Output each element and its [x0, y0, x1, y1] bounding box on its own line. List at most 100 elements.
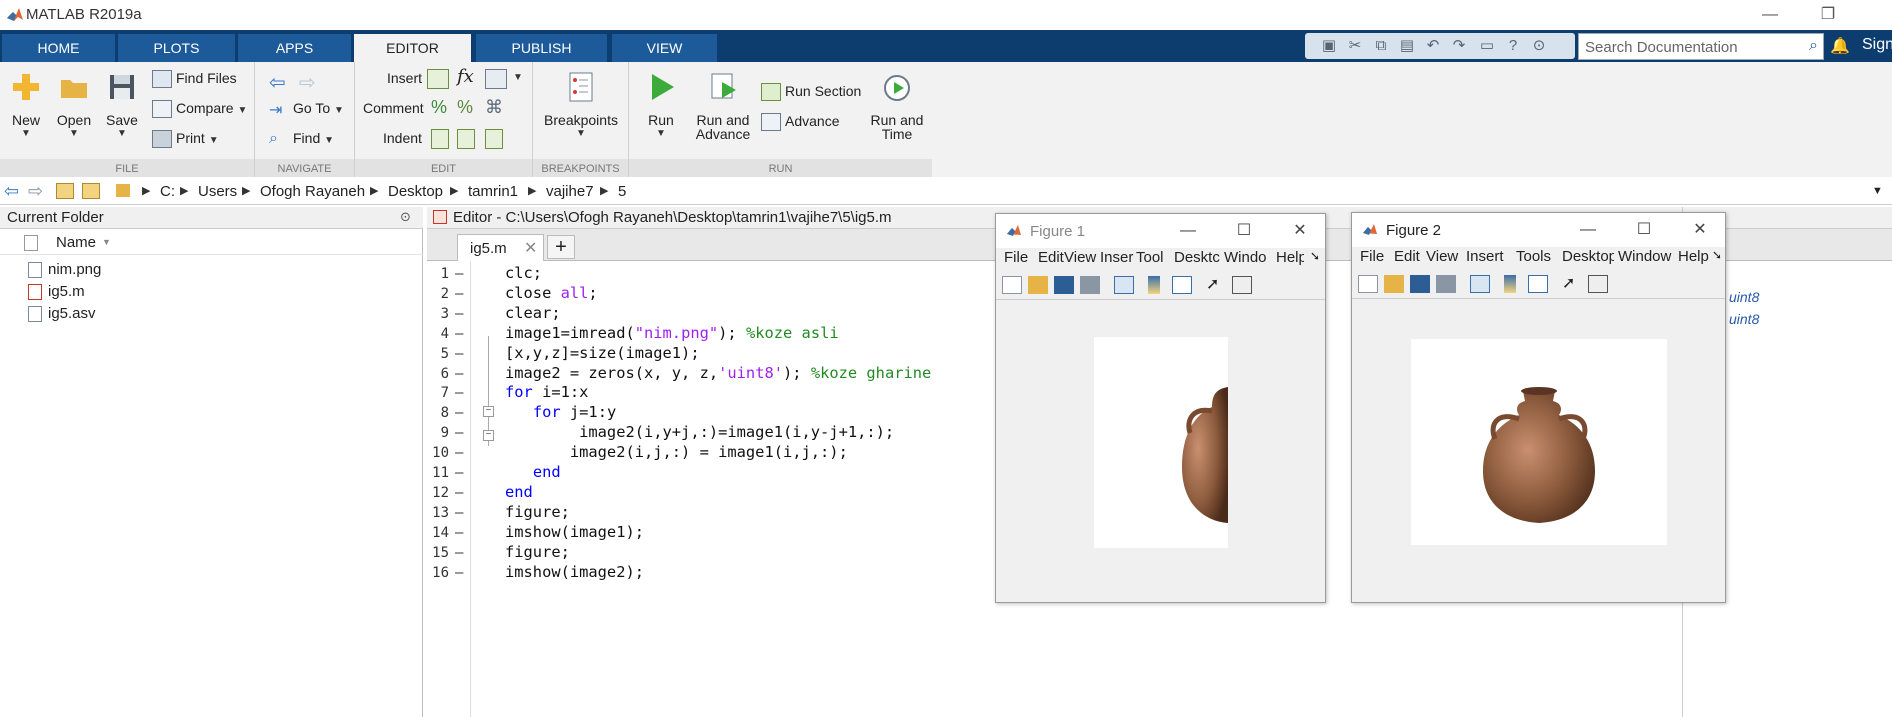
- chevron-down-icon[interactable]: ▼: [513, 72, 523, 83]
- run-button[interactable]: Run ▼: [641, 70, 681, 139]
- go-to-button[interactable]: ⇥ Go To ▼: [269, 100, 344, 119]
- legend-icon[interactable]: [1528, 275, 1548, 293]
- comment-button[interactable]: Comment: [363, 100, 424, 116]
- menu-tools[interactable]: Tools: [1516, 248, 1551, 265]
- link-plot-icon[interactable]: [1470, 275, 1490, 293]
- close-icon[interactable]: ✕: [1686, 218, 1714, 242]
- property-editor-icon[interactable]: [1588, 275, 1608, 293]
- more-menu-icon[interactable]: ➘: [1310, 249, 1320, 263]
- find-files-button[interactable]: Find Files: [152, 70, 237, 89]
- code-line[interactable]: image1=imread("nim.png"); %koze asli: [505, 324, 839, 342]
- colorbar-icon[interactable]: [1148, 276, 1160, 294]
- open-file-icon[interactable]: [1028, 276, 1048, 294]
- breakpoint-marker[interactable]: –: [455, 505, 463, 521]
- smart-indent-icon[interactable]: [431, 129, 449, 149]
- browse-folder-icon[interactable]: [82, 183, 100, 199]
- run-and-time-button[interactable]: Run and Time: [867, 70, 927, 142]
- breakpoint-marker[interactable]: –: [455, 306, 463, 322]
- breadcrumb-users[interactable]: Users: [198, 183, 237, 200]
- property-editor-icon[interactable]: [1232, 276, 1252, 294]
- breakpoint-marker[interactable]: –: [455, 485, 463, 501]
- menu-tools[interactable]: Tool: [1136, 249, 1164, 266]
- more-menu-icon[interactable]: ➘: [1712, 248, 1722, 262]
- menu-view[interactable]: View: [1426, 248, 1458, 265]
- minimize-icon[interactable]: —: [1750, 3, 1790, 27]
- breakpoint-marker[interactable]: –: [455, 326, 463, 342]
- fx-icon[interactable]: fx: [457, 66, 474, 87]
- pointer-icon[interactable]: ➚: [1206, 276, 1226, 294]
- new-figure-icon[interactable]: [1002, 276, 1022, 294]
- open-file-icon[interactable]: [1384, 275, 1404, 293]
- maximize-icon[interactable]: ☐: [1630, 218, 1658, 242]
- menu-insert[interactable]: Inser: [1100, 249, 1133, 266]
- code-line[interactable]: for i=1:x: [505, 383, 588, 401]
- compare-button[interactable]: Compare ▼: [152, 100, 247, 119]
- print-figure-icon[interactable]: [1080, 276, 1100, 294]
- pointer-icon[interactable]: ➚: [1562, 275, 1582, 293]
- fold-collapse-icon[interactable]: −: [483, 406, 494, 417]
- code-line[interactable]: figure;: [505, 543, 570, 561]
- breakpoint-marker[interactable]: –: [455, 286, 463, 302]
- cut-icon[interactable]: ✂: [1345, 36, 1365, 56]
- breadcrumb-desktop[interactable]: Desktop: [388, 183, 443, 200]
- breadcrumb-5[interactable]: 5: [618, 183, 626, 200]
- sign-in-link[interactable]: Sign: [1862, 36, 1892, 54]
- breadcrumb-vajihe7[interactable]: vajihe7: [546, 183, 594, 200]
- colorbar-icon[interactable]: [1504, 275, 1516, 293]
- redo-icon[interactable]: ↷: [1449, 36, 1469, 56]
- tab-editor[interactable]: EDITOR: [354, 34, 472, 64]
- save-icon[interactable]: ▣: [1319, 36, 1339, 56]
- breakpoint-marker[interactable]: –: [455, 525, 463, 541]
- code-line[interactable]: image2(i,y+j,:)=image1(i,y-j+1,:);: [505, 423, 894, 441]
- search-icon[interactable]: ⌕: [1809, 37, 1818, 55]
- link-plot-icon[interactable]: [1114, 276, 1134, 294]
- breakpoint-marker[interactable]: –: [455, 385, 463, 401]
- code-line[interactable]: for j=1:y: [505, 403, 616, 421]
- indent-button[interactable]: Indent: [383, 130, 422, 146]
- new-button[interactable]: New ▼: [6, 70, 46, 139]
- save-figure-icon[interactable]: [1054, 276, 1074, 294]
- code-line[interactable]: image2(i,j,:) = image1(i,j,:);: [505, 443, 848, 461]
- menu-view[interactable]: View: [1064, 249, 1096, 266]
- tab-apps[interactable]: APPS: [238, 34, 352, 62]
- menu-file[interactable]: File: [1360, 248, 1384, 265]
- wrap-comments-icon[interactable]: ⌘: [485, 97, 503, 118]
- minimize-icon[interactable]: —: [1574, 218, 1602, 242]
- undo-icon[interactable]: ↶: [1423, 36, 1443, 56]
- advance-button[interactable]: Advance: [761, 113, 839, 132]
- switch-windows-icon[interactable]: ▭: [1477, 36, 1497, 56]
- menu-window[interactable]: Window: [1618, 248, 1671, 265]
- breakpoint-marker[interactable]: –: [455, 425, 463, 441]
- menu-window[interactable]: Windo: [1224, 249, 1267, 266]
- code-line[interactable]: imshow(image2);: [505, 563, 644, 581]
- code-line[interactable]: clc;: [505, 264, 542, 282]
- breakpoint-marker[interactable]: –: [455, 545, 463, 561]
- menu-edit[interactable]: Edit: [1038, 249, 1064, 266]
- new-tab-button[interactable]: +: [547, 235, 575, 259]
- decrease-indent-icon[interactable]: [485, 129, 503, 149]
- breadcrumb-ofogh-rayaneh[interactable]: Ofogh Rayaneh: [260, 183, 365, 200]
- insert-function-icon[interactable]: [485, 69, 507, 89]
- tab-home[interactable]: HOME: [2, 34, 116, 62]
- back-arrow-icon[interactable]: ⇦: [269, 70, 286, 95]
- file-list-item[interactable]: nim.png: [28, 261, 101, 283]
- minimize-icon[interactable]: —: [1174, 219, 1202, 243]
- file-list-item[interactable]: ig5.m: [28, 283, 85, 305]
- code-line[interactable]: end: [505, 463, 561, 481]
- open-button[interactable]: Open ▼: [54, 70, 94, 139]
- tab-publish[interactable]: PUBLISH: [476, 34, 608, 62]
- insert-button[interactable]: Insert: [387, 70, 422, 86]
- help-icon[interactable]: ?: [1503, 36, 1523, 56]
- menu-help[interactable]: Help: [1678, 248, 1709, 265]
- customize-icon[interactable]: ⊙: [1529, 36, 1549, 56]
- close-icon[interactable]: ✕: [524, 238, 537, 258]
- breakpoint-marker[interactable]: –: [455, 405, 463, 421]
- back-arrow-icon[interactable]: ⇦: [4, 181, 19, 202]
- code-line[interactable]: close all;: [505, 284, 598, 302]
- menu-desktop[interactable]: Desktc: [1174, 249, 1220, 266]
- breadcrumb-tamrin1[interactable]: tamrin1: [468, 183, 518, 200]
- menu-file[interactable]: File: [1004, 249, 1028, 266]
- restore-icon[interactable]: ❐: [1808, 3, 1848, 27]
- search-documentation-input[interactable]: Search Documentation ⌕: [1578, 33, 1824, 60]
- paste-icon[interactable]: ▤: [1397, 36, 1417, 56]
